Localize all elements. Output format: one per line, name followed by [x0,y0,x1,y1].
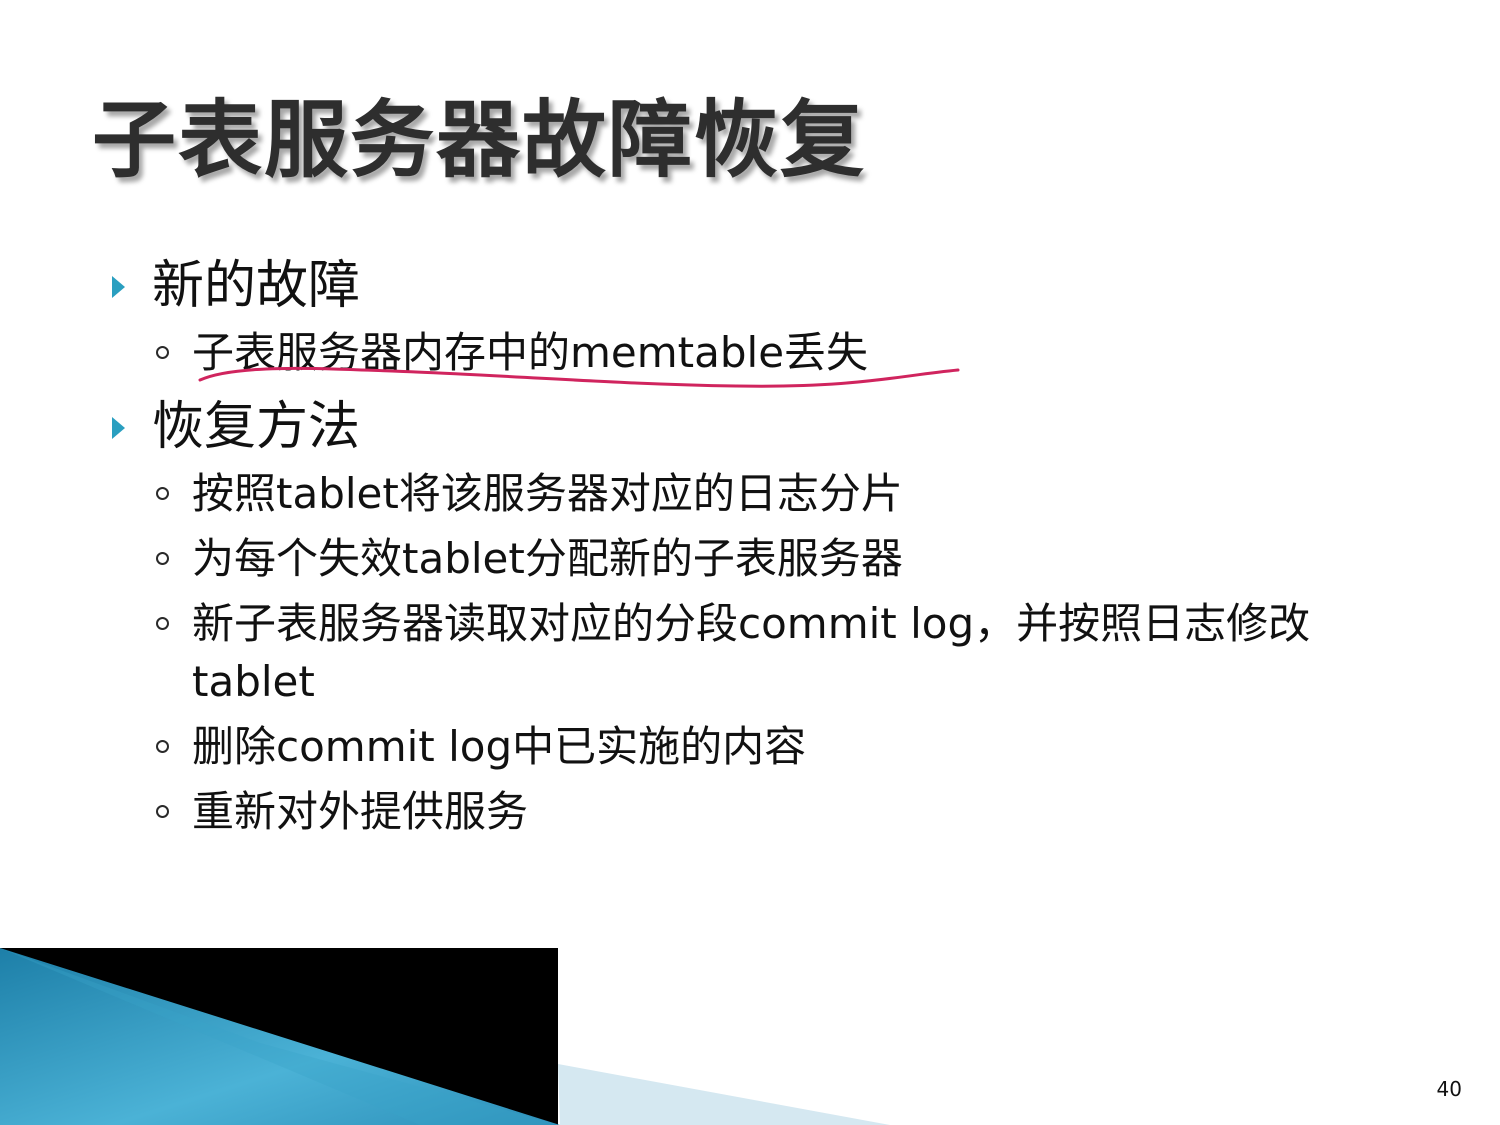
list-item-text: 新子表服务器读取对应的分段commit log，并按照日志修改tablet [192,599,1311,706]
list-item: 新子表服务器读取对应的分段commit log，并按照日志修改tablet [108,595,1392,711]
list-item-text: 删除commit log中已实施的内容 [192,722,807,771]
circle-bullet-icon [156,552,169,565]
slide-content: 新的故障 子表服务器内存中的memtable丢失 恢复方法 按照tablet将该… [108,248,1408,848]
circle-bullet-icon [156,346,169,359]
circle-bullet-icon [156,487,169,500]
list-item: 删除commit log中已实施的内容 [108,718,1408,776]
sub-list-recovery: 按照tablet将该服务器对应的日志分片 为每个失效tablet分配新的子表服务… [108,465,1408,841]
slide-title: 子表服务器故障恢复 [92,91,867,189]
list-item-text: 重新对外提供服务 [192,787,529,836]
triangle-bullet-icon [112,276,125,298]
bullet-heading-label: 新的故障 [152,256,361,316]
list-item: 按照tablet将该服务器对应的日志分片 [108,465,1408,523]
handwritten-underline-annotation [198,366,960,388]
triangle-bullet-icon [112,417,125,439]
list-item-text: 按照tablet将该服务器对应的日志分片 [192,469,903,518]
list-item-text: 为每个失效tablet分配新的子表服务器 [192,534,903,583]
bullet-heading-label: 恢复方法 [152,397,361,457]
bullet-heading-failure: 新的故障 [108,248,1408,324]
bullet-heading-recovery: 恢复方法 [108,389,1408,465]
circle-bullet-icon [156,740,169,753]
page-number: 40 [1436,1077,1462,1101]
footer-decoration [0,948,890,1125]
list-item: 重新对外提供服务 [108,783,1408,841]
slide: 子表服务器故障恢复 新的故障 子表服务器内存中的memtable丢失 恢复方法 … [0,0,1500,1125]
circle-bullet-icon [156,805,169,818]
circle-bullet-icon [156,617,169,630]
list-item: 为每个失效tablet分配新的子表服务器 [108,530,1408,588]
